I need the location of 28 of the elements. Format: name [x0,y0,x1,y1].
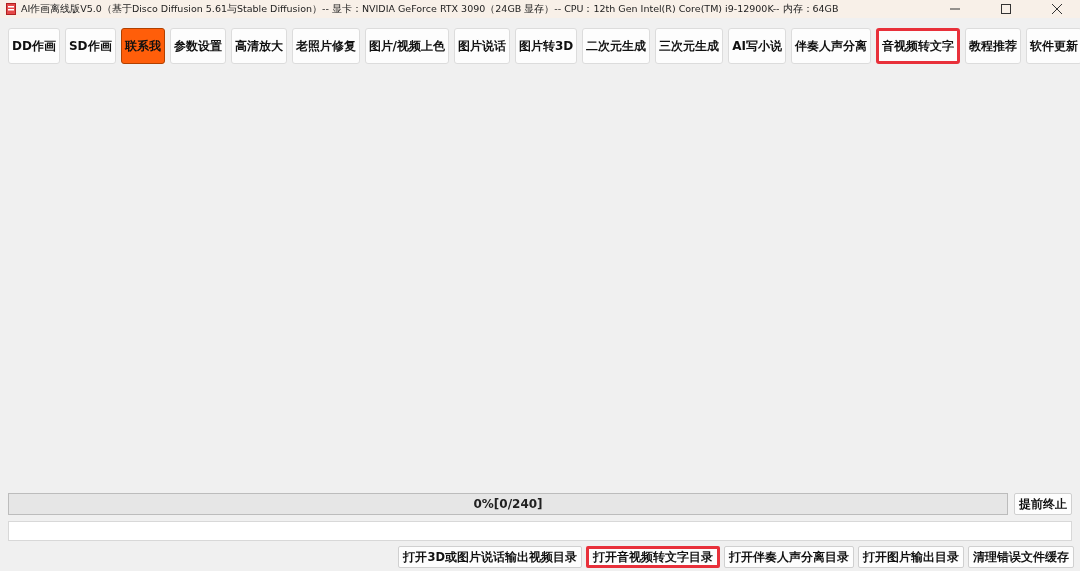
folder-button[interactable]: 打开图片输出目录 [858,546,964,568]
stop-button[interactable]: 提前终止 [1014,493,1072,515]
toolbar-button[interactable]: 伴奏人声分离 [791,28,871,64]
toolbar-button[interactable]: 图片说话 [453,28,510,64]
toolbar-button[interactable]: 联系我 [120,28,165,64]
toolbar-button[interactable]: 三次元生成 [655,28,724,64]
toolbar-button[interactable]: DD作画 [8,28,60,64]
toolbar-button[interactable]: 图片/视频上色 [364,28,449,64]
input-field[interactable] [8,521,1072,541]
toolbar-button[interactable]: AI写小说 [728,28,786,64]
close-icon [1052,4,1062,14]
toolbar-button[interactable]: 老照片修复 [291,28,360,64]
folder-button[interactable]: 打开3D或图片说话输出视频目录 [398,546,582,568]
toolbar-button[interactable]: 二次元生成 [582,28,651,64]
toolbar-button[interactable]: 软件更新 [1026,28,1080,64]
toolbar-button[interactable]: SD作画 [64,28,116,64]
folder-button[interactable]: 清理错误文件缓存 [968,546,1074,568]
maximize-icon [1001,4,1011,14]
window-title: AI作画离线版V5.0（基于Disco Diffusion 5.61与Stable Diffusion）-- 显卡：NVIDIA GeForce RTX 3090（24GB 显存）-- CPU：12th Gen Intel(R) Core(TM) i9-12900K-- 内存：64GB [21,2,840,16]
progress-text: 0%[0/240] [473,497,543,511]
folder-button[interactable]: 打开音视频转文字目录 [586,546,720,568]
toolbar-button[interactable]: 高清放大 [230,28,287,64]
toolbar-button[interactable]: 图片转3D [514,28,578,64]
toolbar-button[interactable]: 教程推荐 [965,28,1021,64]
app-icon [6,3,16,15]
toolbar-button[interactable]: 参数设置 [169,28,226,64]
toolbar-button[interactable]: 音视频转文字 [876,28,960,64]
folder-button[interactable]: 打开伴奏人声分离目录 [724,546,854,568]
